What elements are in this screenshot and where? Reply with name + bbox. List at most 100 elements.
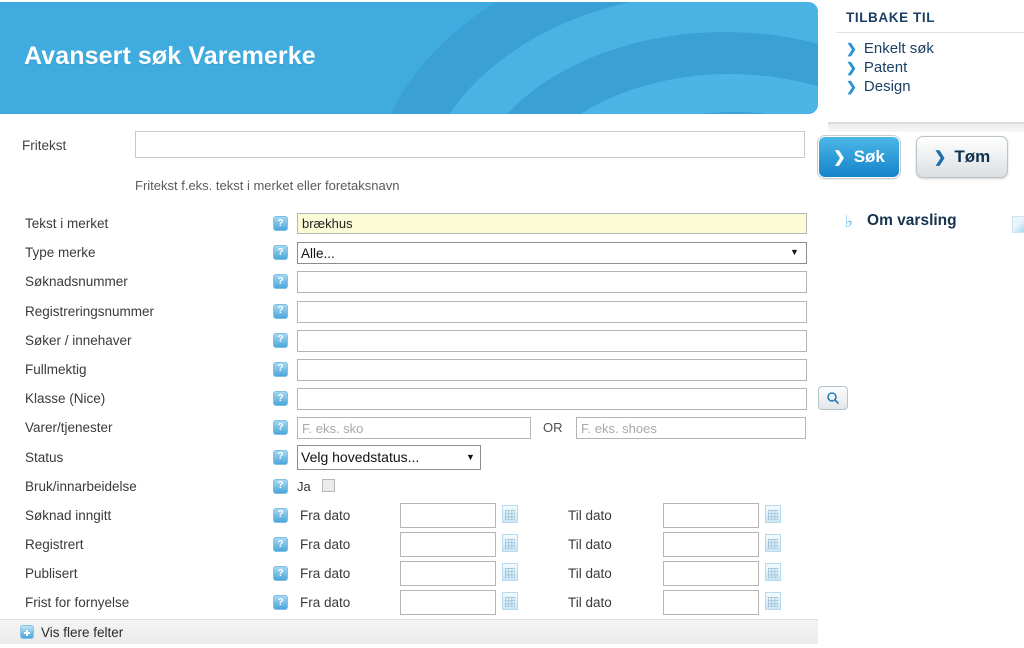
field-label: Tekst i merket — [25, 216, 109, 231]
soknad-inngitt-to-input[interactable] — [663, 502, 759, 528]
search-actions: ❯ Søk ❯ Tøm — [817, 135, 1024, 182]
advanced-trademark-search-page: Avansert søk Varemerke TILBAKE TIL ❯ Enk… — [0, 0, 1024, 648]
sidebar-item-patent[interactable]: ❯ Patent — [836, 58, 1024, 77]
field-label: Søker / innehaver — [25, 332, 132, 348]
chevron-right-icon: ❯ — [846, 41, 857, 56]
show-more-fields-row[interactable]: Vis flere felter — [0, 619, 818, 644]
sidebar-item-label: Patent — [863, 59, 908, 76]
bruk-innarbeidelse-checkbox[interactable] — [322, 478, 335, 492]
field-row-registrert: Registrert ? Fra dato Til dato — [0, 532, 818, 563]
calendar-icon[interactable] — [765, 534, 781, 553]
field-row-publisert: Publisert ? Fra dato Til dato — [0, 561, 818, 592]
search-form: Tekst i merket ? Type merke ? Alle... ▼ … — [0, 213, 848, 622]
publisert-to-input[interactable] — [663, 561, 759, 587]
back-to-sidebar: TILBAKE TIL ❯ Enkelt søk ❯ Patent ❯ Desi… — [836, 0, 1024, 122]
help-icon[interactable]: ? — [273, 420, 288, 436]
help-icon[interactable]: ? — [273, 216, 288, 231]
field-row-soknadsnummer: Søknadsnummer ? — [0, 271, 818, 300]
clear-button-label: Tøm — [954, 147, 991, 166]
status-select[interactable]: Velg hovedstatus... — [297, 444, 481, 470]
help-icon[interactable]: ? — [273, 391, 288, 407]
type-merke-select[interactable]: Alle... — [297, 242, 807, 265]
field-label: Registreringsnummer — [25, 303, 155, 319]
calendar-icon[interactable] — [765, 504, 781, 523]
field-label: Frist for fornyelse — [25, 595, 130, 611]
sidebar-shade — [828, 124, 1024, 132]
sidebar-item-design[interactable]: ❯ Design — [836, 77, 1024, 96]
field-row-klasse-nice: Klasse (Nice) ? — [0, 386, 848, 417]
clear-button[interactable]: ❯ Tøm — [916, 136, 1008, 178]
help-icon[interactable]: ? — [273, 332, 288, 348]
calendar-icon[interactable] — [502, 563, 518, 582]
help-icon[interactable]: ? — [273, 274, 288, 290]
field-label: Søknad inngitt — [25, 507, 112, 523]
search-button[interactable]: ❯ Søk — [817, 135, 901, 179]
sidebar-item-enkelt-sok[interactable]: ❯ Enkelt søk — [836, 39, 1024, 58]
frist-fornyelse-to-input[interactable] — [663, 590, 759, 616]
varsling-area[interactable]: ♭ Om varsling — [845, 212, 957, 230]
tekst-i-merket-input[interactable] — [297, 213, 807, 234]
fritekst-hint: Fritekst f.eks. tekst i merket eller for… — [135, 178, 400, 193]
soker-innehaver-input[interactable] — [297, 329, 807, 352]
varer-tjenester-input-right[interactable] — [576, 417, 806, 440]
field-row-type-merke: Type merke ? Alle... ▼ — [0, 242, 818, 271]
from-date-label: Fra dato — [300, 595, 351, 611]
help-icon[interactable]: ? — [273, 361, 288, 377]
help-icon[interactable]: ? — [273, 449, 288, 465]
sidebar-item-label: Design — [863, 78, 911, 95]
calendar-icon[interactable] — [765, 563, 781, 582]
help-icon[interactable]: ? — [273, 507, 288, 523]
fullmektig-input[interactable] — [297, 358, 807, 381]
calendar-icon[interactable] — [502, 592, 518, 611]
calendar-icon[interactable] — [502, 504, 518, 523]
help-icon[interactable]: ? — [273, 595, 288, 611]
fritekst-input[interactable] — [135, 131, 805, 158]
registrert-to-input[interactable] — [663, 532, 759, 558]
from-date-label: Fra dato — [300, 507, 351, 523]
publisert-from-input[interactable] — [400, 561, 496, 587]
calendar-icon[interactable] — [765, 592, 781, 611]
to-date-label: Til dato — [568, 595, 612, 611]
page-title: Avansert søk Varemerke — [24, 42, 316, 70]
field-label: Registrert — [25, 537, 84, 553]
magnifier-icon[interactable] — [818, 386, 848, 411]
chevron-right-icon: ❯ — [933, 149, 947, 166]
chevron-right-icon: ❯ — [846, 60, 857, 75]
field-label: Type merke — [25, 245, 96, 261]
field-row-bruk-innarbeidelse: Bruk/innarbeidelse ? Ja — [0, 476, 818, 505]
soknadsnummer-input[interactable] — [297, 271, 807, 294]
to-date-label: Til dato — [568, 566, 612, 582]
soknad-inngitt-from-input[interactable] — [400, 502, 496, 528]
field-label: Fullmektig — [25, 361, 87, 377]
varsling-secondary-icon[interactable] — [1012, 216, 1024, 233]
bell-icon: ♭ — [845, 211, 854, 231]
field-row-varer-tjenester: Varer/tjenester ? OR — [0, 417, 818, 446]
help-icon[interactable]: ? — [273, 566, 288, 582]
field-label: Bruk/innarbeidelse — [25, 478, 137, 494]
chevron-right-icon: ❯ — [833, 149, 846, 166]
field-row-soker-innehaver: Søker / innehaver ? — [0, 329, 818, 359]
sidebar-heading: TILBAKE TIL — [836, 0, 1024, 33]
help-icon[interactable]: ? — [273, 245, 288, 261]
registreringsnummer-input[interactable] — [297, 300, 807, 323]
or-separator-label: OR — [543, 420, 563, 436]
field-label: Søknadsnummer — [25, 274, 128, 290]
plus-icon — [20, 625, 34, 639]
help-icon[interactable]: ? — [273, 478, 288, 494]
varsling-label: Om varsling — [867, 212, 957, 229]
help-icon[interactable]: ? — [273, 303, 288, 319]
calendar-icon[interactable] — [502, 534, 518, 553]
field-row-registreringsnummer: Registreringsnummer ? — [0, 300, 818, 330]
klasse-nice-input[interactable] — [297, 388, 807, 411]
from-date-label: Fra dato — [300, 537, 351, 553]
from-date-label: Fra dato — [300, 566, 351, 582]
sidebar-item-label: Enkelt søk — [863, 40, 934, 57]
field-row-frist-for-fornyelse: Frist for fornyelse ? Fra dato Til dato — [0, 590, 818, 621]
field-label: Klasse (Nice) — [25, 391, 106, 407]
frist-fornyelse-from-input[interactable] — [400, 590, 496, 616]
help-icon[interactable]: ? — [273, 537, 288, 553]
varer-tjenester-input-left[interactable] — [297, 417, 531, 440]
show-more-fields-label: Vis flere felter — [41, 624, 124, 640]
registrert-from-input[interactable] — [400, 532, 496, 558]
field-row-fullmektig: Fullmektig ? — [0, 358, 818, 388]
